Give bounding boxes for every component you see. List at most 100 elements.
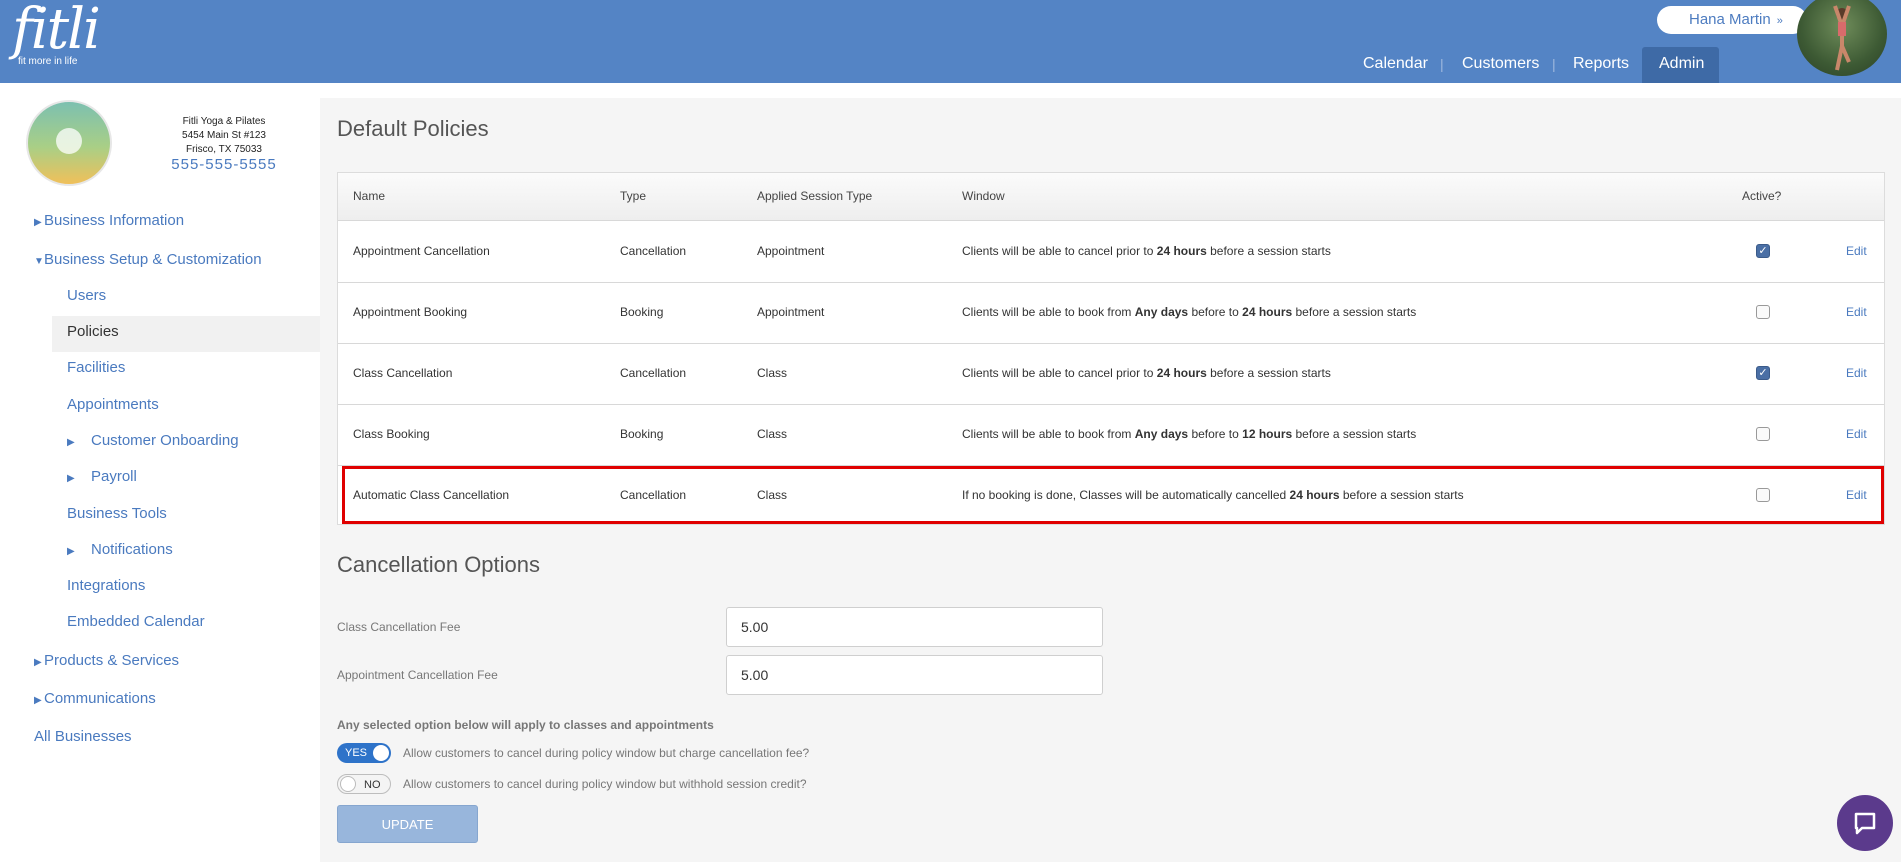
nav-reports[interactable]: Reports	[1573, 47, 1629, 81]
person-silhouette-icon	[1833, 5, 1851, 71]
chat-button[interactable]	[1837, 795, 1893, 851]
top-header: fitli fit more in life Calendar | Custom…	[0, 0, 1901, 83]
section-title: Cancellation Options	[337, 552, 541, 577]
business-phone[interactable]: 555-555-5555	[160, 156, 288, 173]
appointment-fee-label: Appointment Cancellation Fee	[337, 668, 498, 682]
table-row: Appointment Cancellation Cancellation Ap…	[338, 222, 1884, 283]
sidebar	[0, 83, 320, 862]
col-type: Type	[620, 189, 647, 203]
class-fee-input[interactable]	[726, 607, 1103, 647]
toggle-knob	[373, 745, 389, 761]
charge-fee-label: Allow customers to cancel during policy …	[403, 746, 810, 760]
chevron-down-icon: »	[1776, 15, 1783, 27]
withhold-credit-toggle[interactable]: NO	[337, 774, 391, 794]
nav-customers[interactable]: Customers	[1462, 47, 1539, 81]
nav-admin[interactable]: Admin	[1659, 47, 1704, 81]
col-session-type: Applied Session Type	[757, 189, 873, 203]
toggle-state: YES	[345, 747, 368, 759]
policy-type: Booking	[620, 427, 664, 441]
table-row: Class Cancellation Cancellation Class Cl…	[338, 344, 1884, 405]
withhold-credit-label: Allow customers to cancel during policy …	[403, 777, 807, 791]
table-row: Appointment Booking Booking Appointment …	[338, 283, 1884, 344]
class-fee-label: Class Cancellation Fee	[337, 620, 461, 634]
sidebar-item-label: Products & Services	[44, 652, 180, 669]
policy-session-type: Class	[757, 366, 788, 380]
policy-name: Appointment Cancellation	[353, 244, 490, 258]
caret-right-icon: ▶	[34, 217, 42, 228]
caret-right-icon: ▶	[67, 546, 75, 557]
sidebar-item-appointments[interactable]: Appointments	[67, 396, 159, 413]
col-name: Name	[353, 189, 386, 203]
sidebar-item-label: Business Information	[44, 212, 185, 229]
logo-tagline: fit more in life	[18, 56, 78, 67]
address-line2: Frisco, TX 75033	[186, 144, 262, 155]
policy-window: Clients will be able to book from Any da…	[962, 427, 1417, 441]
active-checkbox[interactable]: ✓	[1756, 366, 1770, 380]
caret-right-icon: ▶	[34, 657, 42, 668]
sidebar-item-payroll[interactable]: ▶ Payroll	[67, 468, 137, 485]
user-name: Hana Martin	[1689, 11, 1771, 28]
sidebar-item-communications[interactable]: ▶ Communications	[34, 690, 156, 707]
page-title: Default Policies	[337, 116, 489, 141]
logo-text: fitli	[12, 0, 101, 62]
nav-separator: |	[1440, 56, 1444, 72]
address-line1: 5454 Main St #123	[182, 130, 266, 141]
edit-link[interactable]: Edit	[1846, 244, 1867, 258]
options-note: Any selected option below will apply to …	[337, 718, 714, 732]
charge-fee-toggle[interactable]: YES	[337, 743, 391, 763]
business-name: Fitli Yoga & Pilates	[182, 116, 266, 127]
sidebar-item-products-services[interactable]: ▶ Products & Services	[34, 652, 179, 669]
policy-session-type: Appointment	[757, 305, 825, 319]
sidebar-item-label: Customer Onboarding	[91, 432, 239, 449]
row-highlight-box	[342, 466, 1884, 524]
policy-name: Class Cancellation	[353, 366, 453, 380]
sidebar-item-notifications[interactable]: ▶ Notifications	[67, 541, 173, 558]
sidebar-item-facilities[interactable]: Facilities	[67, 359, 125, 376]
table-header: Name Type Applied Session Type Window Ac…	[338, 173, 1884, 221]
sidebar-item-business-setup[interactable]: ▼Business Setup & Customization	[34, 251, 262, 268]
sidebar-item-embedded-calendar[interactable]: Embedded Calendar	[67, 613, 205, 630]
table-row: Class Booking Booking Class Clients will…	[338, 405, 1884, 466]
sidebar-item-label: Notifications	[91, 541, 173, 558]
sidebar-item-business-tools[interactable]: Business Tools	[67, 505, 167, 522]
caret-right-icon: ▶	[67, 473, 75, 484]
sidebar-item-policies[interactable]: Policies	[67, 323, 119, 340]
caret-down-icon: ▼	[34, 256, 44, 267]
policy-window: Clients will be able to cancel prior to …	[962, 366, 1331, 380]
update-button[interactable]: UPDATE	[337, 805, 478, 843]
sidebar-item-users[interactable]: Users	[67, 287, 106, 304]
sidebar-item-label: Communications	[44, 690, 156, 707]
caret-right-icon: ▶	[34, 695, 42, 706]
nav-separator: |	[1552, 56, 1556, 72]
avatar[interactable]	[1797, 0, 1887, 76]
edit-link[interactable]: Edit	[1846, 427, 1867, 441]
sidebar-item-all-businesses[interactable]: All Businesses	[34, 728, 132, 745]
sidebar-item-label: Business Setup & Customization	[44, 251, 262, 268]
active-checkbox[interactable]: ✓	[1756, 244, 1770, 258]
business-logo	[26, 100, 112, 186]
active-checkbox[interactable]	[1756, 305, 1770, 319]
policy-type: Cancellation	[620, 244, 687, 258]
sidebar-item-business-information[interactable]: ▶ Business Information	[34, 212, 184, 229]
toggle-state: NO	[364, 779, 381, 791]
edit-link[interactable]: Edit	[1846, 366, 1867, 380]
policy-window: Clients will be able to book from Any da…	[962, 305, 1417, 319]
appointment-fee-input[interactable]	[726, 655, 1103, 695]
policy-session-type: Class	[757, 427, 788, 441]
policy-window: Clients will be able to cancel prior to …	[962, 244, 1331, 258]
chat-bubble-icon	[1854, 812, 1876, 835]
user-menu-button[interactable]: Hana Martin »	[1657, 6, 1807, 34]
policy-type: Cancellation	[620, 366, 687, 380]
nav-calendar[interactable]: Calendar	[1363, 47, 1428, 81]
policy-name: Class Booking	[353, 427, 430, 441]
sidebar-item-integrations[interactable]: Integrations	[67, 577, 145, 594]
active-checkbox[interactable]	[1756, 427, 1770, 441]
toggle-knob	[340, 776, 356, 792]
sidebar-item-customer-onboarding[interactable]: ▶ Customer Onboarding	[67, 432, 239, 449]
col-active: Active?	[1742, 189, 1782, 203]
business-address: Fitli Yoga & Pilates 5454 Main St #123 F…	[160, 115, 288, 157]
col-window: Window	[962, 189, 1005, 203]
edit-link[interactable]: Edit	[1846, 305, 1867, 319]
yoga-figure-icon	[56, 128, 82, 154]
fitli-logo[interactable]: fitli fit more in life	[12, 0, 101, 68]
